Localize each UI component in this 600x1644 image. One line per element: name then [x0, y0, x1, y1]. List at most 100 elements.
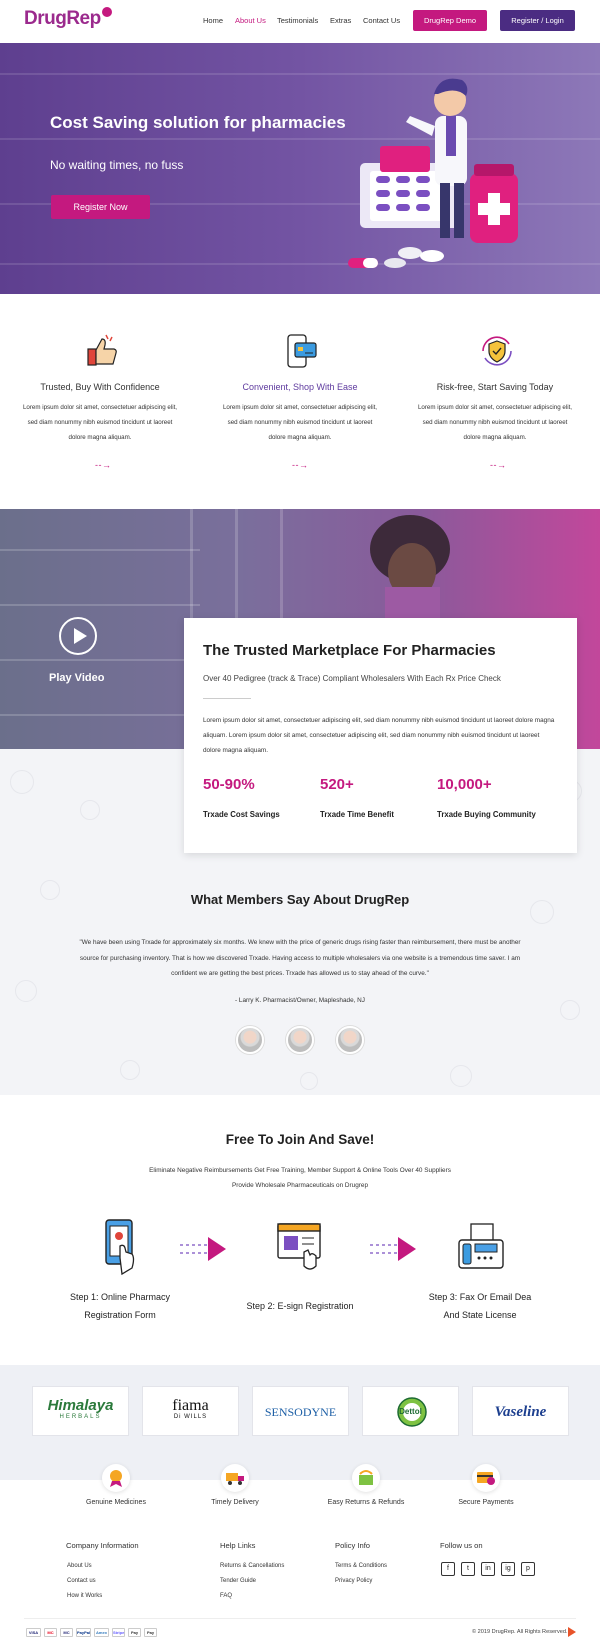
benefit-secure-payments: Secure Payments — [458, 1499, 514, 1506]
hero-subtitle: No waiting times, no fuss — [50, 158, 184, 172]
secure-card-icon — [472, 1464, 500, 1492]
scroll-top-icon[interactable] — [568, 1627, 576, 1637]
step-arrow-icon — [180, 1237, 226, 1261]
instagram-icon[interactable]: ig — [501, 1562, 515, 1576]
pinterest-icon[interactable]: p — [521, 1562, 535, 1576]
stat-label-time-benefit: Trxade Time Benefit — [320, 810, 394, 819]
join-title: Free To Join And Save! — [225, 1132, 375, 1147]
google-pay-icon: Pay — [144, 1628, 157, 1637]
feature-arrow-risk-free[interactable]: - - → — [490, 460, 506, 470]
feature-text-risk-free: Lorem ipsum dolor sit amet, consectetuer… — [417, 404, 573, 441]
footer-heading-help: Help Links — [220, 1541, 256, 1550]
footer-heading-policy: Policy Info — [335, 1541, 371, 1550]
linkedin-icon[interactable]: in — [481, 1562, 495, 1576]
marketplace-text: Lorem ipsum dolor sit amet, consectetuer… — [203, 717, 555, 754]
avatar[interactable] — [286, 1026, 314, 1054]
mobile-form-icon — [105, 1219, 135, 1276]
register-now-button[interactable]: Register Now — [51, 195, 150, 219]
play-icon — [74, 628, 87, 644]
brand-dettol[interactable]: Dettol — [362, 1386, 459, 1436]
footer-link-about-us[interactable]: About Us — [67, 1563, 92, 1569]
brand-sensodyne[interactable]: SENSODYNE — [252, 1386, 349, 1436]
footer-heading-company: Company Information — [66, 1541, 139, 1550]
footer-link-terms[interactable]: Terms & Conditions — [335, 1563, 387, 1569]
maestro-icon: MC — [60, 1628, 73, 1637]
pharmacist-illustration — [348, 78, 518, 268]
footer-link-contact-us[interactable]: Contact us — [67, 1578, 96, 1584]
benefit-timely-delivery: Timely Delivery — [211, 1499, 259, 1506]
apple-pay-icon: Pay — [128, 1628, 141, 1637]
nav-extras[interactable]: Extras — [330, 16, 351, 25]
join-subtitle: Eliminate Negative Reimbursements Get Fr… — [130, 1163, 470, 1193]
thumbs-up-icon — [87, 334, 117, 366]
return-icon — [352, 1464, 380, 1492]
hero-title: Cost Saving solution for pharmacies — [50, 113, 346, 132]
step-arrow-icon — [370, 1237, 416, 1261]
nav-about-us[interactable]: About Us — [235, 16, 266, 25]
testimonials-title: What Members Say About DrugRep — [190, 892, 410, 907]
nav-testimonials[interactable]: Testimonials — [277, 16, 318, 25]
shield-check-icon — [482, 336, 512, 366]
e-sign-icon — [277, 1223, 321, 1270]
twitter-icon[interactable]: t — [461, 1562, 475, 1576]
secure-card-glyph — [477, 1472, 495, 1485]
medal-glyph — [110, 1470, 122, 1487]
hero-banner: Cost Saving solution for pharmacies No w… — [0, 43, 600, 294]
join-subtitle-line-2: Provide Wholesale Pharmaceuticals on Dru… — [231, 1182, 369, 1189]
pharmacist-photo — [370, 515, 450, 619]
copyright-text: © 2019 DrugRep. All Rights Reserved. — [472, 1629, 568, 1635]
paypal-icon: PayPal — [76, 1628, 91, 1637]
site-header: DrugRep Home About Us Testimonials Extra… — [0, 0, 600, 43]
stat-value-time-benefit: 520+ — [320, 776, 354, 793]
feature-title-risk-free: Risk-free, Start Saving Today — [436, 382, 554, 392]
stat-label-buying-community: Trxade Buying Community — [437, 810, 536, 819]
step-1-label: Step 1: Online Pharmacy Registration For… — [69, 1292, 171, 1320]
play-video-label[interactable]: Play Video — [49, 672, 104, 684]
drugrep-demo-button[interactable]: DrugRep Demo — [413, 10, 487, 31]
feature-title-convenient: Convenient, Shop With Ease — [242, 382, 358, 392]
register-login-button[interactable]: Register / Login — [500, 10, 575, 31]
marketplace-card: The Trusted Marketplace For Pharmacies O… — [184, 618, 577, 853]
brand-vaseline[interactable]: Vaseline — [472, 1386, 569, 1436]
avatar[interactable] — [336, 1026, 364, 1054]
footer-link-privacy[interactable]: Privacy Policy — [335, 1578, 372, 1584]
stat-value-cost-savings: 50-90% — [203, 776, 255, 793]
footer-link-returns[interactable]: Returns & Cancellations — [220, 1563, 284, 1569]
phone-card-icon — [287, 334, 317, 368]
facebook-icon[interactable]: f — [441, 1562, 455, 1576]
footer-link-tender-guide[interactable]: Tender Guide — [220, 1578, 256, 1584]
brand-himalaya[interactable]: Himalaya HERBALS — [32, 1386, 129, 1436]
divider — [203, 698, 251, 699]
feature-arrow-convenient[interactable]: - - → — [292, 460, 308, 470]
stat-value-buying-community: 10,000+ — [437, 776, 492, 793]
footer-link-faq[interactable]: FAQ — [220, 1593, 232, 1599]
truck-glyph — [226, 1473, 244, 1485]
avatar[interactable] — [236, 1026, 264, 1054]
mastercard-icon: MC — [44, 1628, 57, 1637]
amex-icon: Amex — [94, 1628, 109, 1637]
marketplace-title: The Trusted Marketplace For Pharmacies — [203, 642, 496, 659]
fax-machine-icon — [458, 1223, 504, 1269]
return-glyph — [359, 1470, 373, 1485]
step-2-label: Step 2: E-sign Registration — [246, 1301, 354, 1311]
testimonial-quote: "We have been using Trxade for approxima… — [79, 939, 521, 977]
medal-icon — [102, 1464, 130, 1492]
stripe-icon: Stripe — [112, 1628, 125, 1637]
join-subtitle-line-1: Eliminate Negative Reimbursements Get Fr… — [149, 1167, 451, 1174]
footer-link-how-it-works[interactable]: How it Works — [67, 1593, 102, 1599]
feature-text-convenient: Lorem ipsum dolor sit amet, consectetuer… — [222, 404, 378, 441]
feature-text-trusted: Lorem ipsum dolor sit amet, consectetuer… — [22, 404, 178, 441]
nav-home[interactable]: Home — [203, 16, 223, 25]
feature-title-trusted: Trusted, Buy With Confidence — [40, 382, 160, 392]
nav-contact-us[interactable]: Contact Us — [363, 16, 400, 25]
drugrep-logo[interactable]: DrugRep — [24, 7, 112, 30]
marketplace-subtitle: Over 40 Pedigree (track & Trace) Complia… — [203, 674, 501, 683]
feature-arrow-trusted[interactable]: - - → — [95, 460, 111, 470]
stat-label-cost-savings: Trxade Cost Savings — [203, 810, 280, 819]
truck-icon — [221, 1464, 249, 1492]
footer-divider — [24, 1618, 576, 1619]
benefit-easy-returns: Easy Returns & Refunds — [327, 1499, 405, 1506]
footer-heading-follow: Follow us on — [440, 1541, 483, 1550]
brand-fiama[interactable]: fiama Di WILLS — [142, 1386, 239, 1436]
visa-icon: VISA — [26, 1628, 41, 1637]
